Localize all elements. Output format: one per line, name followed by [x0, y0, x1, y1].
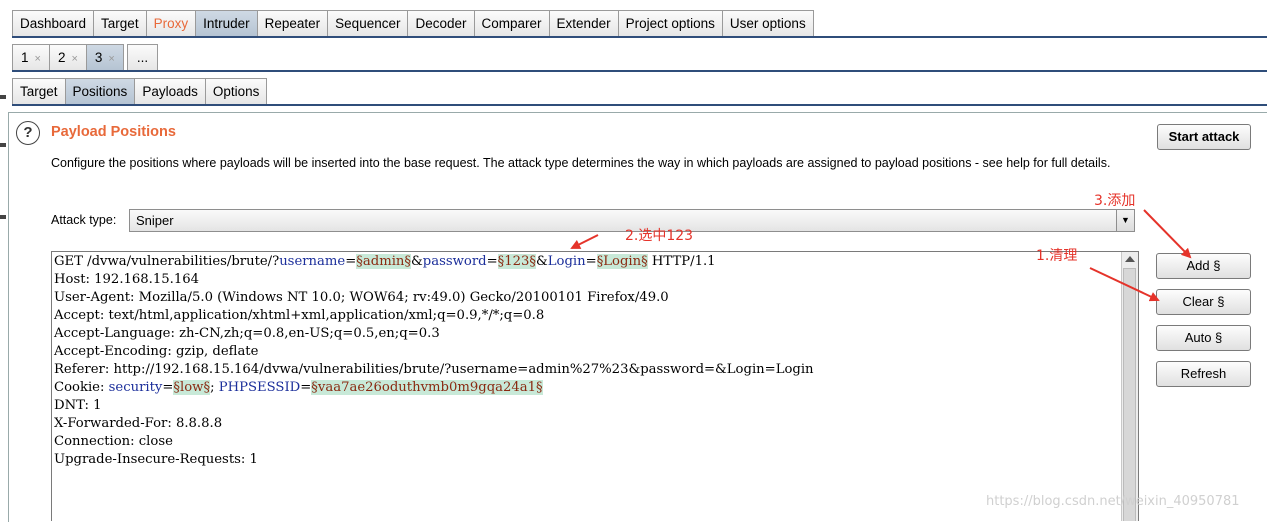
tab-project-options[interactable]: Project options	[617, 10, 723, 37]
header-line: Connection: close	[54, 434, 173, 449]
cookie-separator: ;	[210, 380, 219, 395]
subtab-target[interactable]: Target	[12, 78, 66, 105]
intruder-tab-label: 2	[57, 50, 66, 65]
watermark: https://blog.csdn.net/weixin_40950781	[986, 494, 1240, 509]
request-line-suffix: HTTP/1.1	[647, 254, 716, 269]
editor-scrollbar[interactable]	[1121, 252, 1138, 521]
scroll-thumb[interactable]	[1123, 268, 1136, 521]
main-tab-bar: Dashboard Target Proxy Intruder Repeater…	[12, 10, 814, 37]
request-line-prefix: GET /dvwa/vulnerabilities/brute/?	[54, 254, 280, 269]
param-username: username	[279, 254, 346, 269]
intruder-tab-label: 3	[94, 50, 103, 65]
ampersand: &	[536, 254, 548, 269]
close-icon[interactable]: ×	[71, 53, 77, 65]
intruder-tab-3[interactable]: 3 ×	[85, 44, 124, 71]
chevron-down-icon[interactable]: ▼	[1116, 210, 1134, 231]
tab-sequencer[interactable]: Sequencer	[327, 10, 409, 37]
request-editor[interactable]: GET /dvwa/vulnerabilities/brute/?usernam…	[51, 251, 1139, 521]
tab-divider	[12, 104, 1267, 106]
header-line: Accept-Encoding: gzip, deflate	[54, 344, 259, 359]
header-line: DNT: 1	[54, 398, 102, 413]
payload-marker-phpsessid: §vaa7ae26oduthvmb0m9gqa24a1§	[311, 380, 543, 395]
header-line: Host: 192.168.15.164	[54, 272, 200, 287]
ampersand: &	[411, 254, 423, 269]
subtab-positions[interactable]: Positions	[64, 78, 136, 105]
header-line: Accept: text/html,application/xhtml+xml,…	[54, 308, 545, 323]
cookie-line: Cookie: security=§low§; PHPSESSID=§vaa7a…	[54, 379, 543, 397]
attack-type-label: Attack type:	[51, 213, 117, 227]
close-icon[interactable]: ×	[35, 53, 41, 65]
tab-user-options[interactable]: User options	[721, 10, 814, 37]
annotation-select: 2.选中123	[625, 228, 694, 244]
annotation-clear: 1.清理	[1036, 248, 1078, 264]
new-tab-button[interactable]: ...	[126, 44, 159, 71]
tab-decoder[interactable]: Decoder	[407, 10, 475, 37]
intruder-tab-2[interactable]: 2 ×	[48, 44, 87, 71]
cookie-phpsessid-key: PHPSESSID	[218, 380, 301, 395]
add-marker-button[interactable]: Add §	[1156, 253, 1251, 279]
param-login: Login	[547, 254, 586, 269]
annotation-add: 3.添加	[1094, 193, 1136, 209]
equals-sign: =	[345, 254, 357, 269]
payload-marker-login: §Login§	[596, 254, 648, 269]
tab-extender[interactable]: Extender	[548, 10, 619, 37]
auto-marker-button[interactable]: Auto §	[1156, 325, 1251, 351]
header-line: User-Agent: Mozilla/5.0 (Windows NT 10.0…	[54, 290, 669, 305]
left-edge	[0, 0, 8, 521]
start-attack-button[interactable]: Start attack	[1157, 124, 1251, 150]
attack-type-value: Sniper	[136, 213, 174, 228]
subtab-options[interactable]: Options	[204, 78, 268, 105]
clear-marker-button[interactable]: Clear §	[1156, 289, 1251, 315]
payload-marker-username: §admin§	[356, 254, 412, 269]
equals-sign: =	[162, 380, 174, 395]
equals-sign: =	[486, 254, 498, 269]
tab-proxy[interactable]: Proxy	[145, 10, 197, 37]
edge-mark	[0, 215, 6, 219]
intruder-sub-tabs: Target Positions Payloads Options	[12, 78, 268, 105]
tab-target[interactable]: Target	[93, 10, 147, 37]
header-line: X-Forwarded-For: 8.8.8.8	[54, 416, 223, 431]
subtab-payloads[interactable]: Payloads	[134, 78, 206, 105]
header-line: Upgrade-Insecure-Requests: 1	[54, 452, 258, 467]
intruder-attack-tabs: 1 × 2 × 3 × ...	[12, 44, 159, 71]
cookie-label: Cookie:	[54, 380, 109, 395]
tab-divider	[12, 70, 1267, 72]
edge-mark	[0, 143, 6, 147]
payload-marker-security: §low§	[173, 380, 211, 395]
tab-comparer[interactable]: Comparer	[473, 10, 550, 37]
edge-mark	[0, 95, 6, 99]
panel-description: Configure the positions where payloads w…	[51, 156, 1111, 170]
cookie-security-key: security	[108, 380, 163, 395]
close-icon[interactable]: ×	[108, 53, 114, 65]
help-icon[interactable]: ?	[16, 121, 40, 145]
scroll-up-icon[interactable]	[1125, 256, 1135, 262]
header-line: Accept-Language: zh-CN,zh;q=0.8,en-US;q=…	[54, 326, 440, 341]
tab-dashboard[interactable]: Dashboard	[12, 10, 95, 37]
panel-title: Payload Positions	[51, 124, 176, 140]
refresh-button[interactable]: Refresh	[1156, 361, 1251, 387]
tab-divider	[12, 36, 1267, 38]
intruder-tab-1[interactable]: 1 ×	[12, 44, 50, 71]
header-line: Referer: http://192.168.15.164/dvwa/vuln…	[54, 362, 814, 377]
equals-sign: =	[585, 254, 597, 269]
intruder-tab-label: 1	[21, 50, 29, 65]
payload-marker-password: §123§	[497, 254, 537, 269]
tab-intruder[interactable]: Intruder	[195, 10, 258, 37]
tab-repeater[interactable]: Repeater	[256, 10, 329, 37]
request-line: GET /dvwa/vulnerabilities/brute/?usernam…	[54, 253, 716, 271]
equals-sign: =	[300, 380, 312, 395]
param-password: password	[422, 254, 487, 269]
